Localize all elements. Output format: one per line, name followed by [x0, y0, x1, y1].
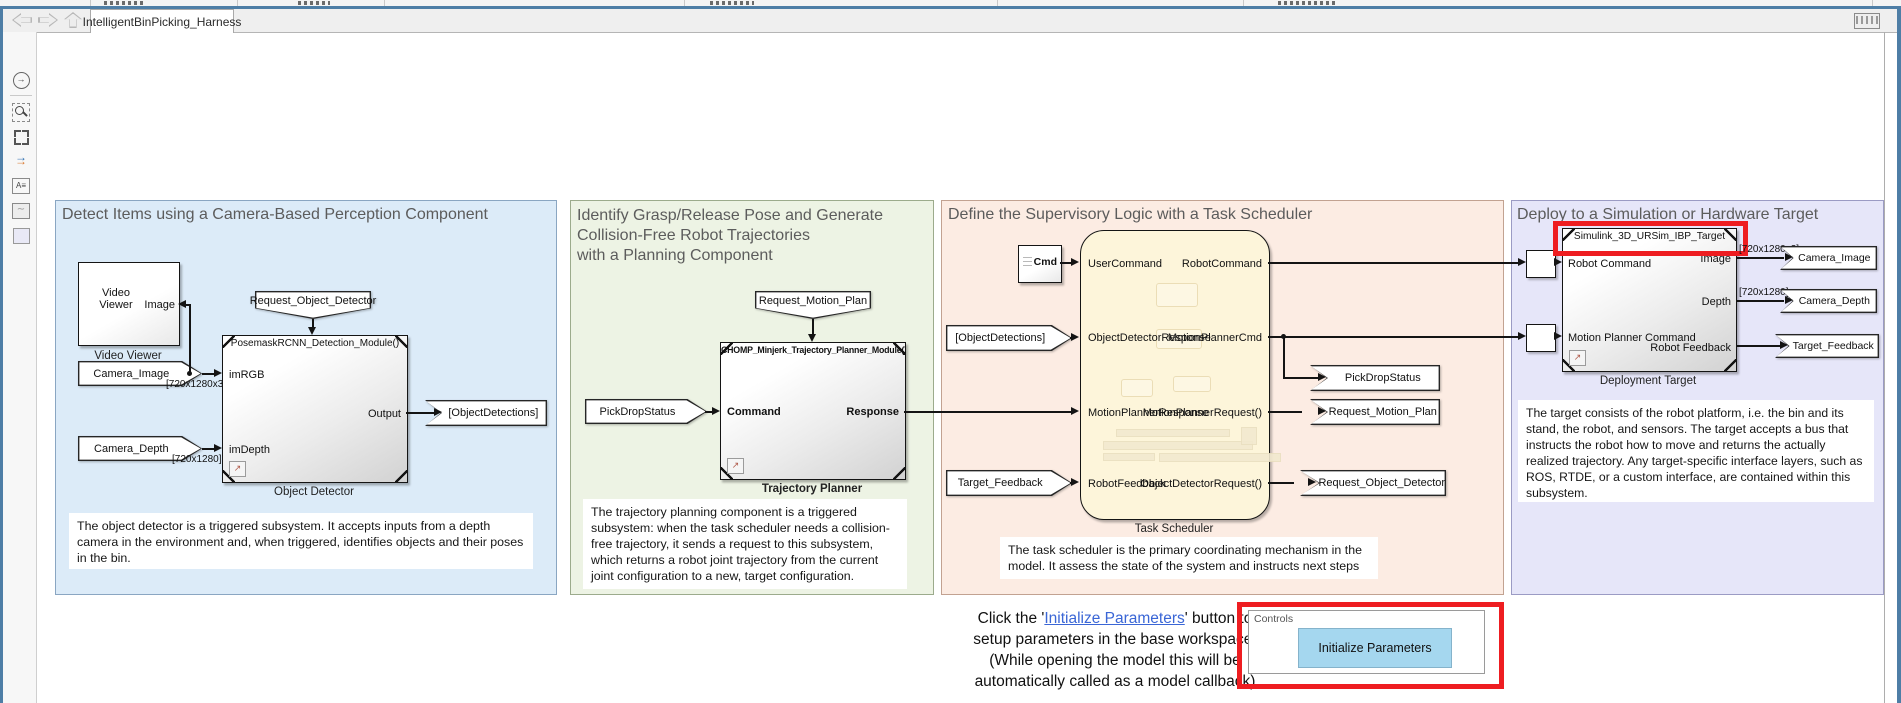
back-button[interactable] — [12, 13, 32, 27]
open-subsystem-badge-icon[interactable]: ↗ — [1569, 350, 1586, 366]
scheduler-description: The task scheduler is the primary coordi… — [1000, 537, 1378, 579]
task-scheduler-label: Task Scheduler — [1135, 523, 1214, 535]
goto-tag-request-motion-plan[interactable]: Request_Motion_Plan — [1310, 399, 1440, 425]
port-response: Response — [846, 406, 899, 418]
goto-tag-camera-image[interactable]: Camera_Image — [1780, 246, 1877, 270]
task-scheduler-block[interactable]: UserCommand ObjectDetectorResponse Motio… — [1080, 230, 1270, 520]
area-icon[interactable] — [12, 227, 30, 245]
object-detector-label: Object Detector — [274, 486, 354, 498]
video-viewer-port-image: Image — [144, 299, 175, 311]
area-planning-title: Identify Grasp/Release Pose and Generate… — [577, 206, 883, 266]
planning-description: The trajectory planning component is a t… — [583, 499, 907, 589]
open-subsystem-badge-icon[interactable]: ↗ — [727, 458, 744, 474]
controls-groupbox: Controls Initialize Parameters — [1248, 610, 1485, 674]
note-line2: setup parameters in the base workspace. — [945, 629, 1285, 650]
port-objectdetectorrequest: ObjectDetectorRequest() — [1140, 478, 1262, 490]
up-to-parent-button[interactable] — [64, 12, 82, 28]
port-usercommand: UserCommand — [1088, 258, 1162, 270]
signal-conversion-block-2[interactable] — [1526, 324, 1556, 352]
from-tag-target-feedback[interactable]: Target_Feedback — [946, 470, 1072, 496]
deployment-target-label: Deployment Target — [1600, 375, 1696, 387]
deployment-description: The target consists of the robot platfor… — [1518, 400, 1874, 502]
initialize-parameters-link[interactable]: Initialize Parameters — [1044, 610, 1184, 627]
goto-tag-request-object-detector[interactable]: Request_Object_Detector — [1300, 470, 1446, 496]
port-output: Output — [368, 408, 401, 420]
zoom-region-icon[interactable] — [12, 103, 30, 121]
goto-tag-pickdropstatus[interactable]: PickDropStatus — [1310, 365, 1440, 391]
toolstrip-fragment — [298, 1, 330, 5]
goto-tag-target-feedback[interactable]: Target_Feedback — [1775, 334, 1879, 358]
note-prefix: Click the ' — [978, 610, 1045, 627]
image-icon[interactable]: ∼ — [12, 202, 30, 220]
toolstrip-fragment — [1278, 1, 1338, 5]
open-subsystem-badge-icon[interactable]: ↗ — [229, 461, 246, 477]
note-line4: automatically called as a model callback… — [945, 671, 1285, 692]
goto-tag-objectdetections[interactable]: [ObjectDetections] — [425, 400, 547, 426]
port-robotcommand: RobotCommand — [1182, 258, 1262, 270]
initialize-parameters-button[interactable]: Initialize Parameters — [1298, 628, 1452, 668]
from-tag-pickdropstatus-in[interactable]: PickDropStatus — [585, 399, 707, 424]
model-tab[interactable]: IntelligentBinPicking_Harness — [90, 9, 234, 33]
area-scheduler-title: Define the Supervisory Logic with a Task… — [948, 206, 1312, 224]
from-tag-request-motion-plan[interactable]: Request_Motion_Plan — [755, 291, 871, 319]
trajectory-planner-block[interactable]: CHOMP_Minjerk_Trajectory_Planner_Module(… — [720, 342, 906, 480]
video-viewer-block[interactable]: Video Viewer Image — [78, 262, 180, 346]
area-perception-title: Detect Items using a Camera-Based Percep… — [62, 206, 488, 224]
tab-bar: IntelligentBinPicking_Harness — [3, 9, 1897, 33]
palette-separator — [10, 95, 32, 96]
window-frame-right — [1897, 9, 1901, 703]
perception-description: The object detector is a triggered subsy… — [69, 513, 533, 569]
video-viewer-text: Video Viewer — [87, 287, 145, 311]
port-robot-command: Robot Command — [1568, 258, 1651, 270]
cmd-block-text: Cmd — [1034, 256, 1057, 268]
object-detector-header: PosemaskRCNN_Detection_Module() — [223, 338, 407, 349]
highlight-deployment-header — [1553, 221, 1748, 256]
cmd-signal-block[interactable]: Cmd — [1018, 245, 1062, 283]
canvas-palette: → → → A≡ ∼ — [3, 32, 37, 703]
from-tag-objectdetections[interactable]: [ObjectDetections] — [946, 325, 1072, 351]
toolstrip-fragment — [104, 1, 144, 5]
signal-dim-camera-depth: [720x1280] — [172, 454, 222, 465]
object-detector-block[interactable]: PosemaskRCNN_Detection_Module() imRGB im… — [222, 335, 408, 483]
canvas-edge — [1884, 32, 1885, 703]
port-motionplannerrequest: MotionPlannerRequest() — [1143, 407, 1262, 419]
from-tag-request-object-detector[interactable]: Request_Object_Detector — [255, 291, 371, 319]
fit-view-icon[interactable] — [12, 128, 30, 146]
port-robot-feedback: Robot Feedback — [1650, 342, 1731, 354]
port-depth: Depth — [1702, 296, 1731, 308]
trajectory-planner-header: CHOMP_Minjerk_Trajectory_Planner_Module(… — [721, 345, 905, 355]
note-line3: (While opening the model this will be — [945, 650, 1285, 671]
goto-tag-camera-depth[interactable]: Camera_Depth — [1780, 289, 1877, 313]
show-explorer-icon[interactable]: → — [12, 71, 30, 89]
annotation-icon[interactable]: A≡ — [12, 177, 30, 195]
signal-conversion-block-1[interactable] — [1526, 250, 1556, 278]
port-command: Command — [727, 406, 781, 418]
port-imrgb: imRGB — [229, 369, 264, 381]
port-imdepth: imDepth — [229, 444, 270, 456]
toolstrip-fragment — [710, 1, 754, 5]
port-motionplannercmd: MotionPlannerCmd — [1168, 332, 1262, 344]
signal-dim-camera-image: [720x1280x3] — [166, 379, 226, 390]
trajectory-planner-label: Trajectory Planner — [762, 483, 862, 495]
route-signals-icon[interactable]: → → — [12, 150, 30, 168]
forward-button[interactable] — [38, 13, 58, 27]
keyboard-icon[interactable] — [1854, 13, 1880, 29]
simulink-window: IntelligentBinPicking_Harness → → — [0, 0, 1901, 703]
controls-group-label: Controls — [1254, 613, 1293, 625]
model-tab-title: IntelligentBinPicking_Harness — [83, 15, 242, 29]
